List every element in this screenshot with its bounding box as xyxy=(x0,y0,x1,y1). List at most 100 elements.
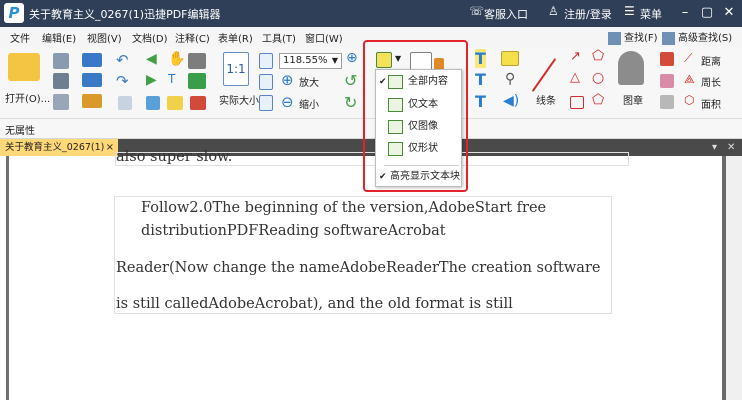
menu-tools[interactable]: 工具(T) xyxy=(262,30,296,45)
main-menu-button[interactable]: 菜单 xyxy=(640,6,662,22)
actual-size-button[interactable]: 实际大小 xyxy=(219,92,259,107)
window-title: 关于教育主义_0267(1)迅捷PDF编辑器 xyxy=(29,8,221,21)
stamp-icon[interactable] xyxy=(618,51,644,85)
page-left-edge xyxy=(6,156,9,400)
stamp-button[interactable]: 图章 xyxy=(623,92,643,107)
link-icon[interactable] xyxy=(82,94,102,108)
zoom-in-icon[interactable]: ⊕ xyxy=(281,71,294,89)
advanced-find-icon xyxy=(662,31,675,45)
distance-icon: ⟋ xyxy=(684,51,693,65)
arrow-tool-icon[interactable]: ↗ xyxy=(570,49,581,64)
menu-icon: ☰ xyxy=(624,4,635,18)
advanced-find-label: 高级查找(S) xyxy=(678,33,733,44)
sound-icon[interactable]: ◀) xyxy=(503,93,519,109)
print-icon[interactable] xyxy=(53,73,69,89)
title-bar: P 关于教育主义_0267(1)迅捷PDF编辑器 ☏ 客服入口 ♙ 注册/登录 … xyxy=(0,0,742,27)
user-icon: ♙ xyxy=(548,4,559,18)
zoom-plus-icon[interactable]: ⊕ xyxy=(346,50,358,66)
actual-size-icon[interactable]: 1:1 xyxy=(223,52,249,86)
hand-select-icon[interactable] xyxy=(146,96,160,110)
distance-button[interactable]: 距离 xyxy=(701,53,721,68)
close-button[interactable]: ✕ xyxy=(720,3,738,23)
login-link[interactable]: 注册/登录 xyxy=(564,6,612,22)
app-logo: P xyxy=(4,3,24,23)
find-icon xyxy=(608,31,621,45)
line-tool-icon[interactable] xyxy=(531,58,557,92)
polyline-icon[interactable]: △ xyxy=(570,70,580,85)
chevron-down-icon: ▼ xyxy=(331,56,338,65)
copy-icon[interactable] xyxy=(118,96,132,110)
menu-document[interactable]: 文档(D) xyxy=(132,30,168,45)
minimize-button[interactable]: – xyxy=(676,3,694,23)
menu-edit[interactable]: 编辑(E) xyxy=(42,30,76,45)
zoom-out-button[interactable]: 缩小 xyxy=(299,96,319,111)
image-edit-icon[interactable] xyxy=(188,73,206,89)
textbox-icon[interactable]: T xyxy=(475,70,486,89)
headset-icon: ☏ xyxy=(469,4,485,18)
menu-comment[interactable]: 注释(C) xyxy=(175,30,210,45)
folder-icon[interactable] xyxy=(8,53,40,81)
perimeter-icon: ⟁ xyxy=(684,72,695,86)
forward-icon[interactable]: ▶ xyxy=(146,72,157,88)
doc-line: also super slow. xyxy=(116,149,233,165)
advanced-find-button[interactable]: 高级查找(S) xyxy=(662,29,732,45)
area-button[interactable]: 面积 xyxy=(701,96,721,111)
menu-view[interactable]: 视图(V) xyxy=(87,30,122,45)
camera-icon[interactable] xyxy=(188,53,206,69)
save-icon[interactable] xyxy=(53,53,69,69)
open-button[interactable]: 打开(O)... xyxy=(5,90,50,105)
vertical-scrollbar[interactable] xyxy=(726,156,742,400)
fit-visible-icon[interactable] xyxy=(259,95,273,111)
zoom-value: 118.55% xyxy=(283,55,328,66)
properties-icon[interactable] xyxy=(53,94,69,110)
document-tab[interactable]: 关于教育主义_0267(1) × xyxy=(0,139,118,156)
document-view[interactable]: also super slow. Follow2.0The beginning … xyxy=(0,149,742,400)
redo-icon[interactable]: ↷ xyxy=(116,72,129,90)
perimeter-button[interactable]: 周长 xyxy=(701,74,721,89)
typewriter-icon[interactable]: T xyxy=(475,49,486,68)
tab-list-icon[interactable]: ▾ xyxy=(712,139,717,156)
fit-page-icon[interactable] xyxy=(259,53,273,69)
rotate-right-icon[interactable]: ↻ xyxy=(344,93,357,112)
pencil-draw-icon[interactable] xyxy=(660,95,674,109)
find-label: 查找(F) xyxy=(624,33,658,44)
area-icon: ⬡ xyxy=(684,93,695,107)
zoom-select[interactable]: 118.55% ▼ xyxy=(279,53,342,69)
find-button[interactable]: 查找(F) xyxy=(608,29,658,45)
cloud-icon[interactable]: ⬠ xyxy=(592,92,604,108)
highlight-frame xyxy=(363,40,468,192)
hand-icon[interactable]: ✋ xyxy=(168,51,185,67)
highlight-tool-icon[interactable] xyxy=(660,52,674,66)
attachment-icon[interactable]: ⚲ xyxy=(505,71,515,87)
snapshot-icon[interactable] xyxy=(167,96,183,110)
tab-close-all-icon[interactable]: ✕ xyxy=(727,139,735,156)
customer-service-link[interactable]: 客服入口 xyxy=(484,6,528,22)
menu-window[interactable]: 窗口(W) xyxy=(305,30,343,45)
email-icon[interactable] xyxy=(82,73,102,87)
rotate-left-icon[interactable]: ↺ xyxy=(344,71,357,90)
doc-line: distributionPDFReading softwareAcrobat xyxy=(141,223,446,239)
doc-line: Follow2.0The beginning of the version,Ad… xyxy=(141,200,547,216)
sticky-note-icon[interactable] xyxy=(501,51,519,66)
property-label: 无属性 xyxy=(5,126,35,137)
close-icon[interactable]: × xyxy=(106,139,114,156)
eraser-icon[interactable] xyxy=(660,74,674,88)
menu-form[interactable]: 表单(R) xyxy=(218,30,253,45)
scan-icon[interactable] xyxy=(82,53,102,67)
polygon-icon[interactable]: ⬠ xyxy=(592,48,604,64)
undo-icon[interactable]: ↶ xyxy=(116,51,129,69)
zoom-in-button[interactable]: 放大 xyxy=(299,74,319,89)
fit-width-icon[interactable] xyxy=(259,74,273,90)
text-select-icon[interactable]: T xyxy=(168,72,175,86)
doc-line: is still calledAdobeAcrobat), and the ol… xyxy=(116,296,513,312)
doc-line: Reader(Now change the nameAdobeReaderThe… xyxy=(116,260,601,276)
crop-icon[interactable] xyxy=(190,96,206,110)
back-icon[interactable]: ◀ xyxy=(146,51,157,67)
rectangle-icon[interactable] xyxy=(570,96,584,109)
zoom-out-icon[interactable]: ⊖ xyxy=(281,93,294,111)
callout-icon[interactable]: T xyxy=(475,92,486,111)
line-tool-button[interactable]: 线条 xyxy=(536,92,556,107)
menu-file[interactable]: 文件 xyxy=(10,30,30,45)
ellipse-icon[interactable]: ○ xyxy=(592,70,604,86)
maximize-button[interactable]: ▢ xyxy=(698,3,716,23)
